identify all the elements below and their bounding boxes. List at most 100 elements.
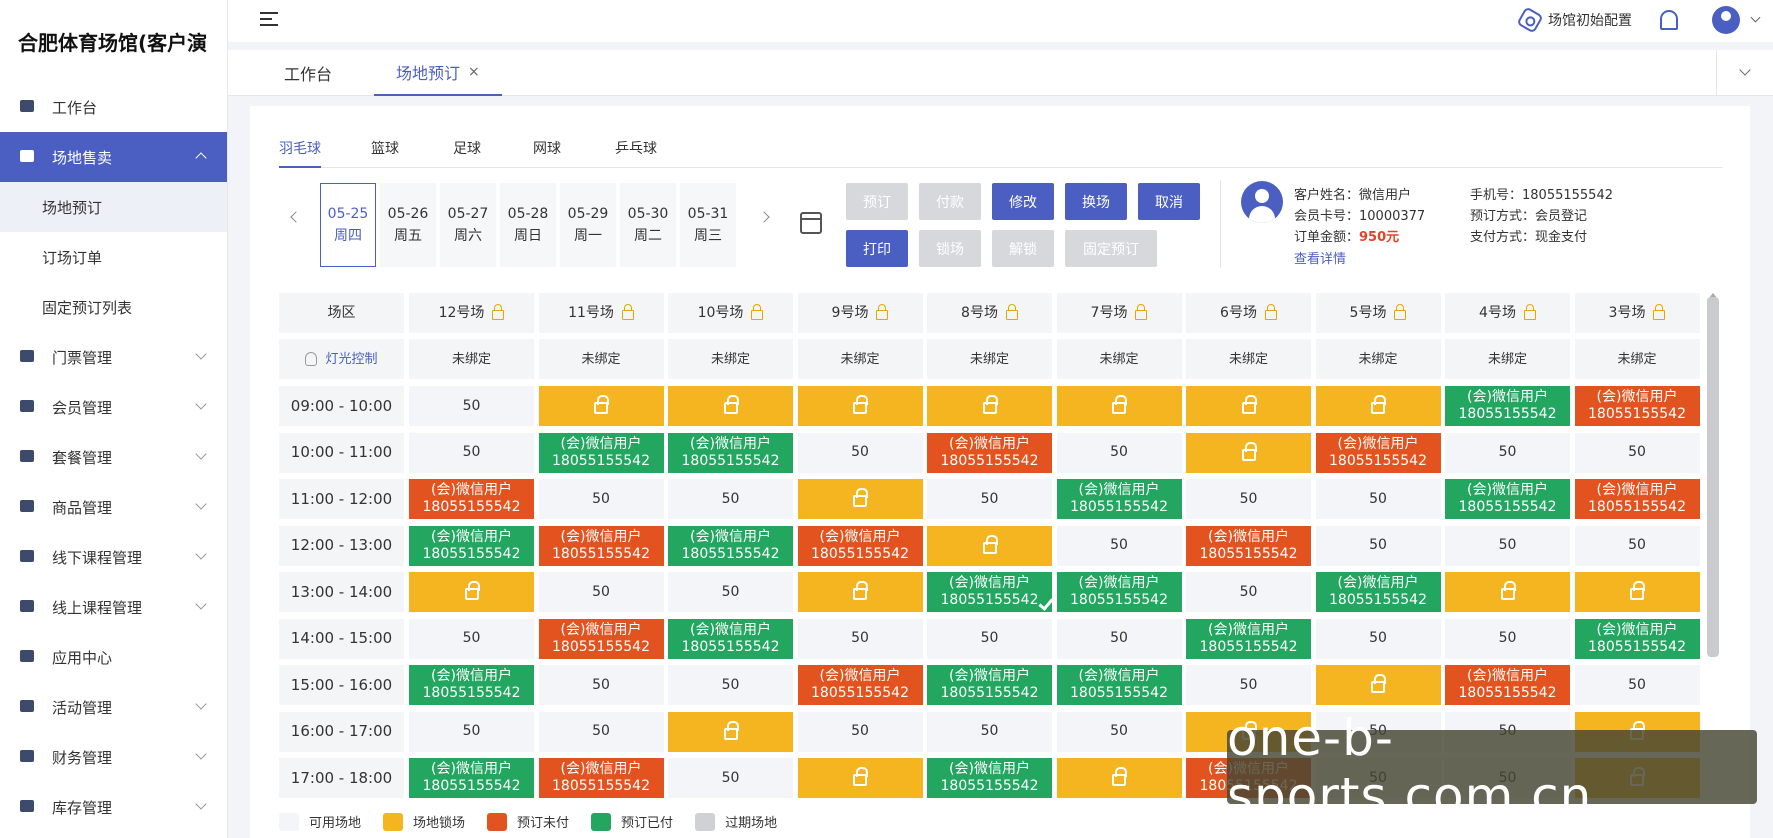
calendar-icon[interactable] bbox=[800, 212, 822, 234]
slot-available[interactable]: 50 bbox=[927, 711, 1052, 752]
slot-available[interactable]: 50 bbox=[668, 572, 793, 612]
slot-booked-unpaid[interactable]: (会)微信用户18055155542 bbox=[538, 618, 664, 659]
lock-icon[interactable] bbox=[1135, 304, 1148, 320]
slot-booked-paid[interactable]: (会)微信用户 18055155542 bbox=[927, 572, 1054, 612]
lock-icon[interactable] bbox=[1005, 304, 1018, 320]
lock-court-button[interactable]: 锁场 bbox=[919, 230, 981, 267]
book-button[interactable]: 预订 bbox=[846, 183, 908, 220]
slot-available[interactable]: 50 bbox=[1056, 525, 1182, 566]
tab-sport[interactable]: 羽毛球 bbox=[279, 138, 321, 168]
tab-sport[interactable]: 乒乓球 bbox=[615, 138, 657, 158]
lock-icon[interactable] bbox=[876, 304, 889, 320]
slot-available[interactable]: 50 bbox=[1056, 432, 1182, 473]
slot-booked-paid[interactable]: (会)微信用户 18055155542 bbox=[538, 432, 664, 473]
slot-locked[interactable] bbox=[1056, 758, 1182, 798]
slot-available[interactable]: 50 bbox=[538, 711, 664, 752]
slot-booked-paid[interactable]: (会)微信用户 18055155542 bbox=[1056, 479, 1182, 519]
sidebar-item[interactable]: 线上课程管理 bbox=[0, 582, 227, 632]
slot-booked-unpaid[interactable]: (会)微信用户18055155542 bbox=[538, 525, 664, 566]
sidebar-subitem[interactable]: 场地预订 bbox=[0, 182, 227, 232]
venue-config-button[interactable]: 场馆初始配置 bbox=[1516, 6, 1632, 34]
sidebar-item[interactable]: 活动管理 bbox=[0, 682, 227, 732]
pay-button[interactable]: 付款 bbox=[919, 183, 981, 220]
slot-locked[interactable] bbox=[1056, 386, 1182, 426]
slot-available[interactable]: 50 bbox=[538, 479, 664, 519]
close-icon[interactable]: × bbox=[468, 64, 480, 80]
slot-booked-unpaid[interactable]: (会)微信用户18055155542 bbox=[1445, 665, 1570, 705]
slot-locked[interactable] bbox=[1574, 572, 1700, 612]
date-option[interactable]: 05-31 周三 bbox=[680, 183, 736, 267]
slot-available[interactable]: 50 bbox=[797, 432, 923, 473]
slot-booked-unpaid[interactable]: (会)微信用户18055155542 bbox=[927, 432, 1052, 473]
fixed-booking-button[interactable]: 固定预订 bbox=[1065, 230, 1157, 267]
slot-booked-paid[interactable]: (会)微信用户 18055155542 bbox=[668, 432, 793, 473]
slot-booked-paid[interactable]: (会)微信用户 18055155542 bbox=[668, 618, 793, 659]
menu-toggle-icon[interactable] bbox=[260, 12, 278, 26]
slot-booked-unpaid[interactable]: (会)微信用户18055155542 bbox=[538, 758, 664, 798]
tab-workbench[interactable]: 工作台 bbox=[284, 50, 332, 96]
sidebar-item[interactable]: 场地售卖 bbox=[0, 132, 227, 182]
lock-icon[interactable] bbox=[751, 304, 764, 320]
light-control-cell[interactable]: 灯光控制 bbox=[279, 339, 404, 379]
date-option[interactable]: 05-28 周日 bbox=[500, 183, 556, 267]
lock-icon[interactable] bbox=[1394, 304, 1407, 320]
slot-available[interactable]: 50 bbox=[1186, 665, 1311, 705]
slot-booked-paid[interactable]: (会)微信用户 18055155542 bbox=[1574, 618, 1700, 659]
slot-available[interactable]: 50 bbox=[1186, 479, 1311, 519]
bell-icon[interactable] bbox=[1660, 10, 1678, 30]
scrollbar[interactable] bbox=[1707, 297, 1719, 657]
lock-icon[interactable] bbox=[1523, 304, 1536, 320]
slot-locked[interactable] bbox=[1445, 572, 1570, 612]
date-option[interactable]: 05-30 周二 bbox=[620, 183, 676, 267]
sidebar-item[interactable]: 套餐管理 bbox=[0, 432, 227, 482]
slot-locked[interactable] bbox=[1315, 386, 1441, 426]
slot-available[interactable]: 50 bbox=[668, 758, 793, 798]
slot-available[interactable]: 50 bbox=[1315, 479, 1441, 519]
sidebar-item[interactable]: 库存管理 bbox=[0, 782, 227, 832]
sidebar-item[interactable]: 会员管理 bbox=[0, 382, 227, 432]
lock-icon[interactable] bbox=[621, 304, 634, 320]
lock-icon[interactable] bbox=[1653, 304, 1666, 320]
user-avatar[interactable] bbox=[1712, 6, 1740, 34]
slot-booked-paid[interactable]: (会)微信用户 18055155542 bbox=[409, 665, 534, 705]
slot-booked-paid[interactable]: (会)微信用户 18055155542 bbox=[668, 525, 793, 566]
slot-locked[interactable] bbox=[409, 572, 534, 612]
slot-available[interactable]: 50 bbox=[538, 665, 664, 705]
slot-locked[interactable] bbox=[927, 525, 1052, 566]
slot-locked[interactable] bbox=[797, 386, 923, 426]
slot-locked[interactable] bbox=[1186, 432, 1311, 473]
slot-available[interactable]: 50 bbox=[1056, 711, 1182, 752]
tab-sport[interactable]: 网球 bbox=[533, 138, 561, 158]
slot-locked[interactable] bbox=[797, 572, 923, 612]
sidebar-subitem[interactable]: 订场订单 bbox=[0, 232, 227, 282]
slot-available[interactable]: 50 bbox=[1445, 432, 1570, 473]
sidebar-item[interactable]: 商品管理 bbox=[0, 482, 227, 532]
slot-booked-paid[interactable]: (会)微信用户 18055155542 bbox=[1315, 572, 1441, 612]
slot-available[interactable]: 50 bbox=[409, 386, 534, 426]
slot-locked[interactable] bbox=[797, 758, 923, 798]
slot-booked-unpaid[interactable]: (会)微信用户18055155542 bbox=[1574, 479, 1700, 519]
date-option[interactable]: 05-26 周五 bbox=[380, 183, 436, 267]
date-option[interactable]: 05-29 周一 bbox=[560, 183, 616, 267]
slot-available[interactable]: 50 bbox=[927, 618, 1052, 659]
slot-locked[interactable] bbox=[927, 386, 1052, 426]
change-court-button[interactable]: 换场 bbox=[1065, 183, 1127, 220]
view-details-link[interactable]: 查看详情 bbox=[1294, 248, 1346, 267]
slot-available[interactable]: 50 bbox=[797, 618, 923, 659]
slot-available[interactable]: 50 bbox=[1445, 618, 1570, 659]
slot-booked-paid[interactable]: (会)微信用户 18055155542 bbox=[927, 758, 1052, 798]
slot-available[interactable]: 50 bbox=[1186, 572, 1311, 612]
slot-available[interactable]: 50 bbox=[1574, 525, 1700, 566]
slot-booked-unpaid[interactable]: (会)微信用户18055155542 bbox=[1186, 525, 1311, 566]
slot-locked[interactable] bbox=[1186, 386, 1311, 426]
sidebar-item[interactable]: 门票管理 bbox=[0, 332, 227, 382]
slot-available[interactable]: 50 bbox=[409, 432, 534, 473]
slot-available[interactable]: 50 bbox=[1315, 525, 1441, 566]
slot-booked-paid[interactable]: (会)微信用户 18055155542 bbox=[927, 665, 1052, 705]
slot-locked[interactable] bbox=[1315, 665, 1441, 705]
tab-sport[interactable]: 篮球 bbox=[371, 138, 399, 158]
slot-booked-paid[interactable]: (会)微信用户 18055155542 bbox=[1056, 572, 1182, 612]
slot-booked-paid[interactable]: (会)微信用户 18055155542 bbox=[409, 525, 534, 566]
slot-available[interactable]: 50 bbox=[538, 572, 664, 612]
lock-icon[interactable] bbox=[1264, 304, 1277, 320]
